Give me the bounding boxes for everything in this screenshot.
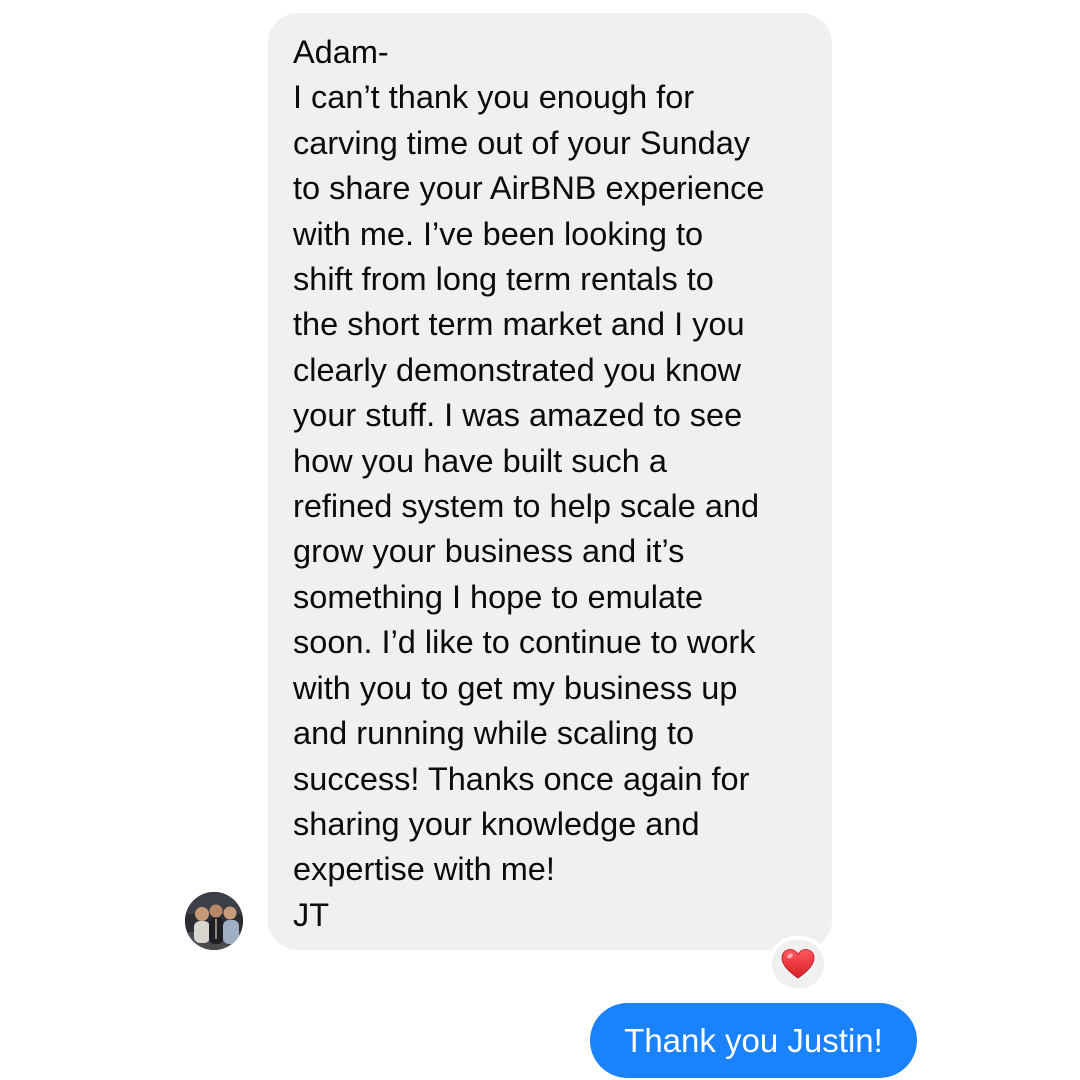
- message-signature: JT: [293, 896, 330, 933]
- message-line: shift from long term rentals to: [293, 261, 714, 298]
- message-line: refined system to help scale and: [293, 488, 760, 525]
- message-line: I can’t thank you enough for: [293, 79, 695, 116]
- message-line: Adam-: [293, 34, 389, 70]
- sender-avatar[interactable]: [185, 892, 243, 950]
- heart-icon: [781, 949, 815, 979]
- message-line: clearly demonstrated you know: [293, 351, 742, 388]
- message-line: and running while scaling to: [293, 715, 695, 752]
- outgoing-message-text: Thank you Justin!: [624, 1021, 883, 1059]
- message-line: grow your business and it’s: [293, 533, 685, 570]
- message-line: something I hope to emulate: [293, 578, 704, 615]
- avatar-photo-icon: [185, 892, 243, 950]
- message-line: carving time out of your Sunday: [293, 124, 751, 161]
- message-line: with me. I’ve been looking to: [293, 215, 704, 252]
- message-line: with you to get my business up: [293, 669, 738, 706]
- message-line: the short term market and I you: [293, 306, 745, 343]
- message-line: how you have built such a: [293, 442, 667, 479]
- message-line: soon. I’d like to continue to work: [293, 624, 756, 661]
- message-line: success! Thanks once again for: [293, 760, 750, 797]
- message-line: your stuff. I was amazed to see: [293, 397, 743, 434]
- reaction-badge[interactable]: [768, 936, 828, 992]
- message-line: expertise with me!: [293, 851, 555, 888]
- message-line: to share your AirBNB experience: [293, 170, 765, 207]
- incoming-message-bubble[interactable]: Adam- I can’t thank you enough for carvi…: [268, 13, 832, 950]
- outgoing-message-bubble[interactable]: Thank you Justin!: [590, 1003, 917, 1078]
- message-line: sharing your knowledge and: [293, 805, 700, 842]
